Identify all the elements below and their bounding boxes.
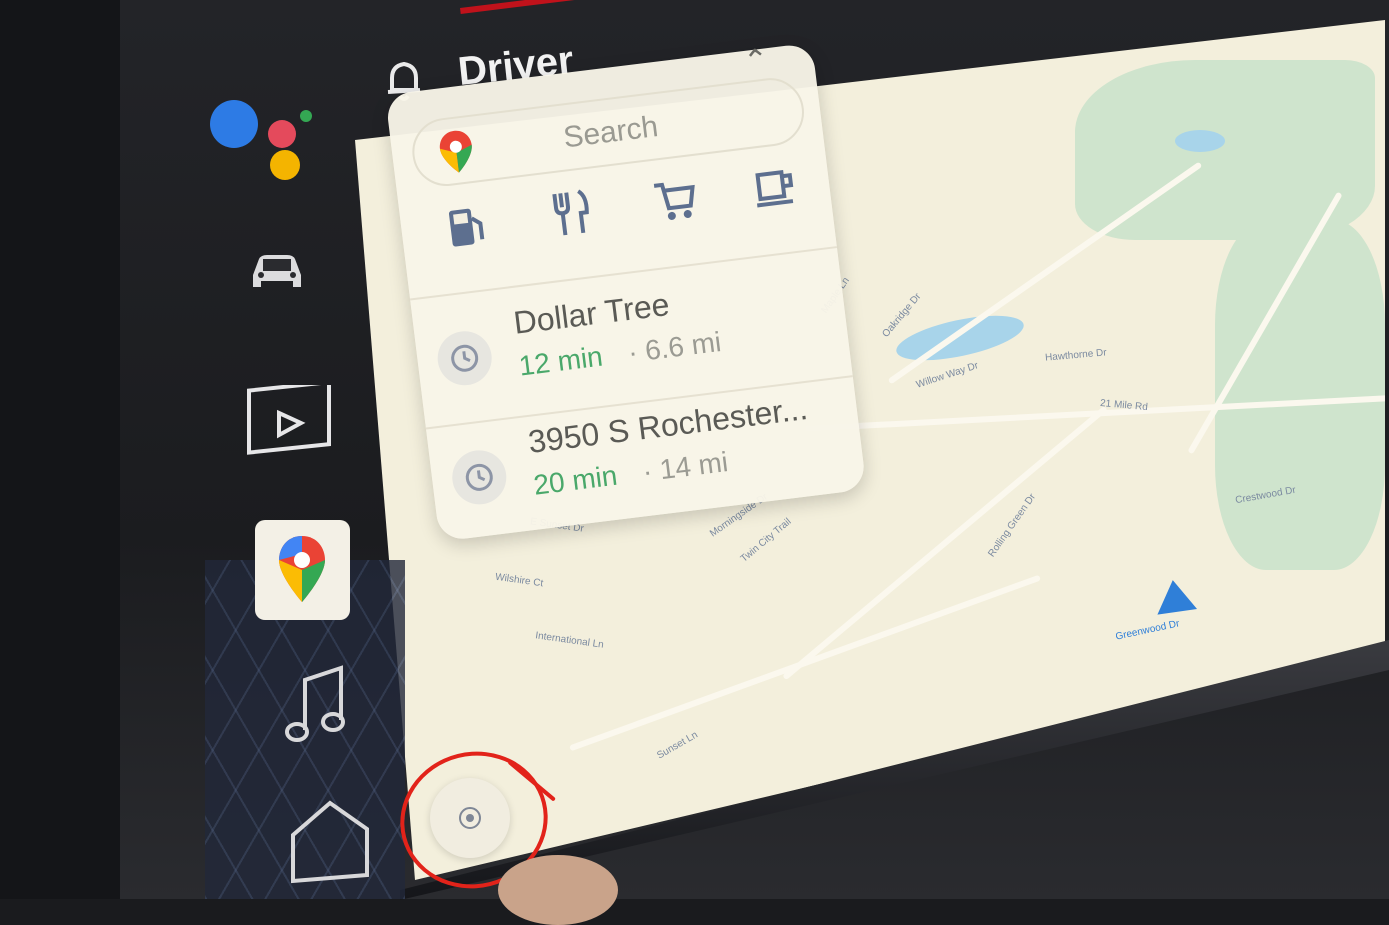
street-label: Willow Way Dr <box>914 360 980 391</box>
destination-distance: · 6.6 mi <box>626 326 723 369</box>
left-bezel <box>0 0 120 899</box>
coffee-icon[interactable] <box>741 155 808 222</box>
street-label: Sunset Ln <box>655 729 700 762</box>
app-sidebar <box>200 60 369 899</box>
lake <box>1175 130 1225 152</box>
destination-distance: · 14 mi <box>640 446 730 488</box>
road <box>887 161 1203 385</box>
destination-name: Dollar Tree <box>511 286 672 341</box>
history-clock-icon <box>434 328 495 389</box>
street-label: International Ln <box>534 630 605 651</box>
destination-eta: 12 min <box>517 340 605 382</box>
restaurant-icon[interactable] <box>537 180 604 247</box>
road <box>569 574 1041 752</box>
car-icon[interactable] <box>245 245 307 300</box>
street-label: Wilshire Ct <box>494 571 544 590</box>
park-area <box>1215 220 1385 570</box>
google-assistant-icon[interactable] <box>210 80 312 180</box>
home-icon[interactable] <box>285 795 375 890</box>
media-player-icon[interactable] <box>245 379 335 470</box>
lake <box>892 306 1028 370</box>
google-maps-pin-icon <box>439 130 472 173</box>
street-label: Greenwood Dr <box>1114 618 1181 643</box>
current-location-arrow-icon <box>1152 577 1198 615</box>
grocery-cart-icon[interactable] <box>642 167 709 234</box>
google-maps-app-icon[interactable] <box>255 520 350 620</box>
destination-eta: 20 min <box>531 459 619 501</box>
history-clock-icon <box>449 447 510 508</box>
collapse-chevron-up-icon[interactable]: ⌃ <box>742 42 771 80</box>
street-label: Hawthorne Dr <box>1044 347 1108 364</box>
search-panel: Search ⌃ Dollar Tree 12 min · 6.6 mi 395… <box>385 42 867 542</box>
music-icon[interactable] <box>285 660 355 755</box>
search-input[interactable]: Search <box>562 110 660 155</box>
street-label: Twin City Trail <box>738 516 794 565</box>
gas-station-icon[interactable] <box>433 193 500 260</box>
finger <box>498 855 618 925</box>
